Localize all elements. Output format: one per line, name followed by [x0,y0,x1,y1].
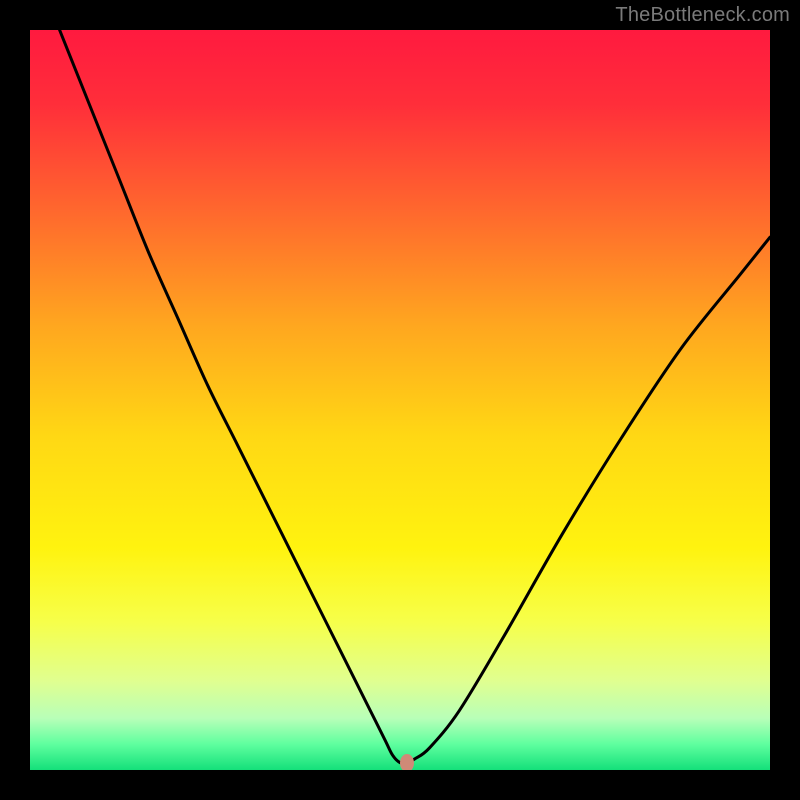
optimum-marker [400,754,414,770]
chart-frame: TheBottleneck.com [0,0,800,800]
curve-layer [30,30,770,770]
plot-area [30,30,770,770]
bottleneck-curve [60,30,770,763]
watermark-text: TheBottleneck.com [615,4,790,27]
